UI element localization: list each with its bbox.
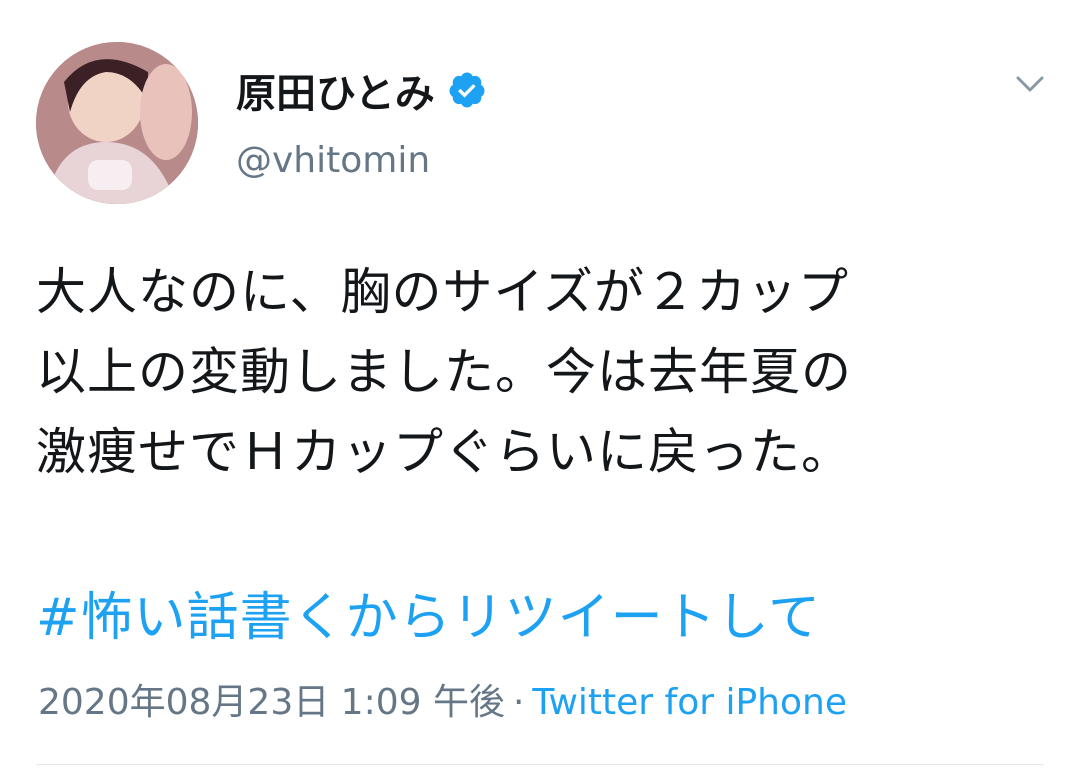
- chevron-down-icon[interactable]: [1010, 66, 1050, 102]
- hashtag-link[interactable]: #怖い話書くからリツイートして: [36, 582, 821, 654]
- name-row: 原田ひとみ: [236, 62, 487, 118]
- avatar-photo: [36, 42, 198, 204]
- tweet-timestamp[interactable]: 2020年08月23日 1:09 午後: [38, 682, 505, 723]
- tweet-text-line: 以上の変動しました。今は去年夏の: [36, 343, 852, 401]
- tweet-text-line: 大人なのに、胸のサイズが２カップ: [36, 263, 849, 321]
- user-handle[interactable]: @vhitomin: [236, 140, 430, 181]
- tweet-source-link[interactable]: Twitter for iPhone: [532, 682, 847, 723]
- divider: [36, 764, 1044, 765]
- tweet-card: 原田ひとみ @vhitomin 大人なのに、胸のサイズが２カップ 以上の変動しま…: [0, 0, 1080, 770]
- tweet-text-line: 激痩せでＨカップぐらいに戻った。: [36, 423, 852, 481]
- verified-badge-icon: [449, 72, 485, 108]
- display-name[interactable]: 原田ひとみ: [236, 61, 435, 119]
- tweet-meta: 2020年08月23日 1:09 午後 · Twitter for iPhone: [38, 678, 847, 728]
- meta-separator: ·: [512, 682, 525, 723]
- avatar[interactable]: [36, 42, 198, 204]
- tweet-text: 大人なのに、胸のサイズが２カップ 以上の変動しました。今は去年夏の 激痩せでＨカ…: [36, 252, 1056, 492]
